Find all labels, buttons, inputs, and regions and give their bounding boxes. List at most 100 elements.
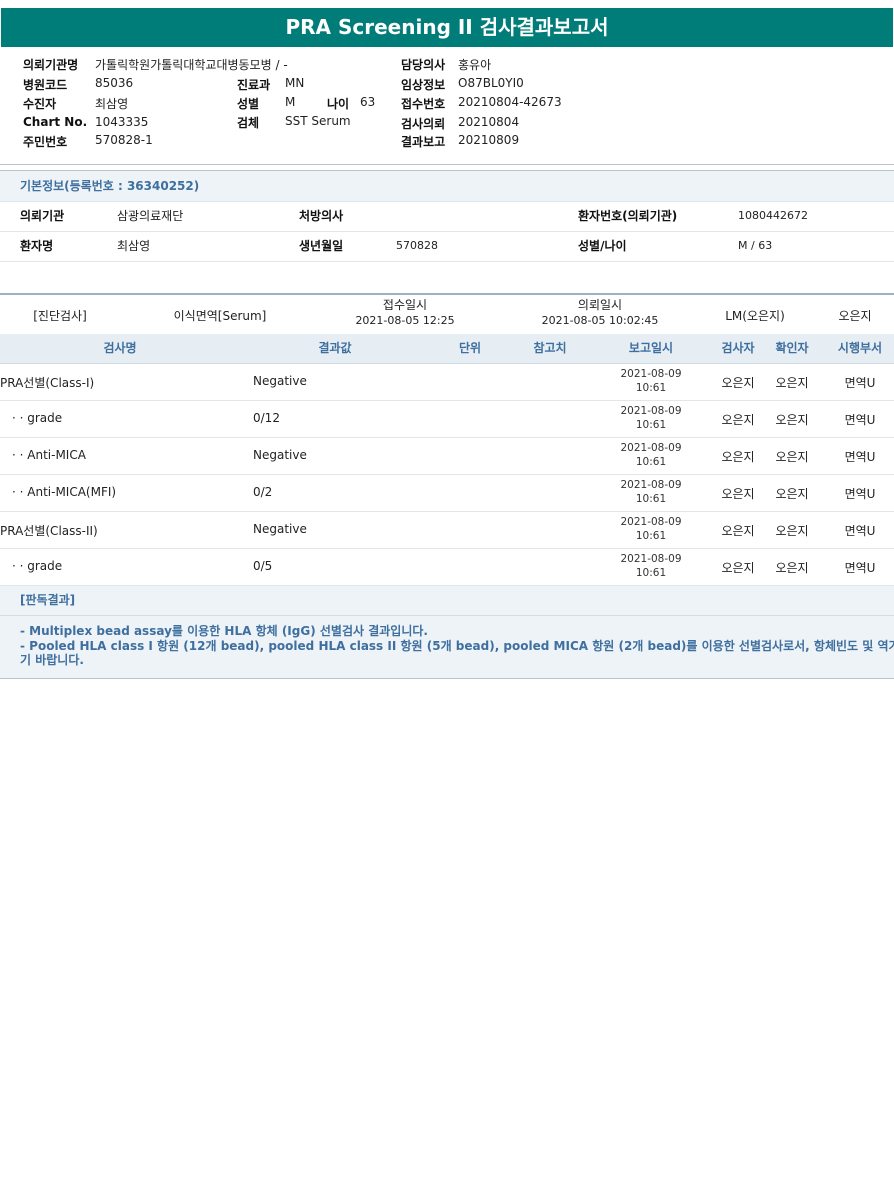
table-row: · · Anti-MICA Negative 2021-08-09 10:61 오… — [0, 438, 894, 475]
org-value: 삼광의료재단 — [117, 209, 184, 223]
report-date-label: 결과보고 — [401, 135, 446, 149]
remarks-line-3: 기 바랍니다. — [20, 653, 84, 667]
tester: 오은지 — [721, 487, 755, 501]
report-title: PRA Screening II 검사결과보고서 — [1, 8, 893, 47]
checker: 오은지 — [775, 561, 809, 575]
chart-no-value: 1043335 — [95, 115, 149, 129]
sex-label: 성별 — [237, 97, 260, 111]
report-date-value: 20210809 — [458, 133, 520, 147]
chart-no-label: Chart No. — [23, 115, 88, 129]
tester: 오은지 — [721, 413, 755, 427]
doctor-label: 담당의사 — [401, 58, 446, 72]
report-time: 10:61 — [635, 493, 667, 505]
order-category: [진단검사] — [33, 309, 87, 323]
report-time: 10:61 — [635, 419, 667, 431]
col-unit: 단위 — [458, 341, 482, 355]
test-result: Negative — [253, 522, 307, 536]
basic-info-title-text: 기본정보(등록번호 : 36340252) — [20, 179, 200, 193]
request-date-value: 20210804 — [458, 115, 520, 129]
hospital-code-value: 85036 — [95, 76, 134, 90]
dept: 면역U — [844, 450, 876, 464]
remarks-body: - Multiplex bead assay를 이용한 HLA 항체 (IgG)… — [0, 616, 894, 679]
test-name: PRA선별(Class-II) — [0, 524, 98, 538]
report-date: 2021-08-09 — [620, 553, 682, 565]
report-date: 2021-08-09 — [620, 516, 682, 528]
sex-value: M — [285, 95, 296, 109]
specimen-label: 검체 — [237, 116, 260, 130]
report-time: 10:61 — [635, 530, 667, 542]
report-date: 2021-08-09 — [620, 479, 682, 491]
order-person: 오은지 — [838, 309, 872, 323]
sex-age-label: 성별/나이 — [578, 239, 627, 253]
order-request: 의뢰일시 2021-08-05 10:02:45 — [530, 298, 670, 328]
test-result: 0/2 — [253, 485, 273, 499]
dept: 면역U — [844, 561, 876, 575]
report-datetime: 2021-08-09 10:61 — [596, 515, 706, 543]
tester: 오은지 — [721, 376, 755, 390]
receipt-no-label: 접수번호 — [401, 97, 446, 111]
remarks-title-text: [판독결과] — [20, 593, 76, 607]
requesting-org-value: 가톨릭학원가톨릭대학교대병동모병 / - — [95, 58, 288, 72]
examinee-value: 최삼영 — [95, 97, 129, 111]
order-lm: LM(오은지) — [725, 309, 785, 323]
basic-info-row-2: 환자명 최삼영 생년월일 570828 성별/나이 M / 63 — [0, 231, 894, 262]
dept: 면역U — [844, 487, 876, 501]
hospital-code-label: 병원코드 — [23, 78, 68, 92]
col-test-name: 검사명 — [103, 341, 137, 355]
patient-no-label: 환자번호(의뢰기관) — [578, 209, 678, 223]
specimen-value: SST Serum — [285, 114, 351, 128]
receipt-no-value: 20210804-42673 — [458, 95, 562, 109]
report-datetime: 2021-08-09 10:61 — [596, 552, 706, 580]
doctor-value: 홍유아 — [458, 58, 492, 72]
report-date: 2021-08-09 — [620, 368, 682, 380]
col-checker: 확인자 — [775, 341, 809, 355]
order-request-label: 의뢰일시 — [577, 298, 623, 312]
patient-no-value: 1080442672 — [738, 209, 808, 222]
basic-info-row-1: 의뢰기관 삼광의료재단 처방의사 환자번호(의뢰기관) 1080442672 — [0, 201, 894, 232]
order-receipt-label: 접수일시 — [382, 298, 428, 312]
dept: 면역U — [844, 524, 876, 538]
col-result: 결과값 — [318, 341, 352, 355]
order-request-value: 2021-08-05 10:02:45 — [541, 314, 659, 327]
birth-value: 570828 — [396, 239, 438, 252]
order-test-group: 이식면역[Serum] — [173, 309, 267, 323]
clinical-info-value: O87BL0YI0 — [458, 76, 524, 90]
sex-age-value: M / 63 — [738, 239, 773, 252]
remarks-title: [판독결과] — [0, 586, 894, 616]
resident-no-label: 주민번호 — [23, 135, 68, 149]
test-result: 0/5 — [253, 559, 273, 573]
dept: 면역U — [844, 413, 876, 427]
examinee-label: 수진자 — [23, 97, 57, 111]
requesting-org-label: 의뢰기관명 — [23, 58, 79, 72]
tester: 오은지 — [721, 450, 755, 464]
tester: 오은지 — [721, 524, 755, 538]
report-datetime: 2021-08-09 10:61 — [596, 441, 706, 469]
order-receipt-value: 2021-08-05 12:25 — [355, 314, 455, 327]
report-time: 10:61 — [635, 382, 667, 394]
report-time: 10:61 — [635, 567, 667, 579]
test-name: · · Anti-MICA — [12, 448, 86, 462]
table-row: PRA선별(Class-I) Negative 2021-08-09 10:61 … — [0, 364, 894, 401]
remarks-line-2: - Pooled HLA class I 항원 (12개 bead), pool… — [20, 639, 894, 653]
report-datetime: 2021-08-09 10:61 — [596, 478, 706, 506]
birth-label: 생년월일 — [299, 239, 344, 253]
col-reference: 참고치 — [533, 341, 567, 355]
report-datetime: 2021-08-09 10:61 — [596, 404, 706, 432]
dept: 면역U — [844, 376, 876, 390]
org-label: 의뢰기관 — [20, 209, 65, 223]
col-dept: 시행부서 — [837, 341, 883, 355]
col-tester: 검사자 — [721, 341, 755, 355]
checker: 오은지 — [775, 413, 809, 427]
test-name: PRA선별(Class-I) — [0, 376, 95, 390]
department-label: 진료과 — [237, 78, 271, 92]
clinical-info-label: 임상정보 — [401, 78, 446, 92]
report-datetime: 2021-08-09 10:61 — [596, 367, 706, 395]
department-value: MN — [285, 76, 305, 90]
checker: 오은지 — [775, 450, 809, 464]
checker: 오은지 — [775, 487, 809, 501]
table-row: · · Anti-MICA(MFI) 0/2 2021-08-09 10:61 오… — [0, 475, 894, 512]
age-value: 63 — [360, 95, 376, 109]
report-date: 2021-08-09 — [620, 442, 682, 454]
report-time: 10:61 — [635, 456, 667, 468]
report-date: 2021-08-09 — [620, 405, 682, 417]
